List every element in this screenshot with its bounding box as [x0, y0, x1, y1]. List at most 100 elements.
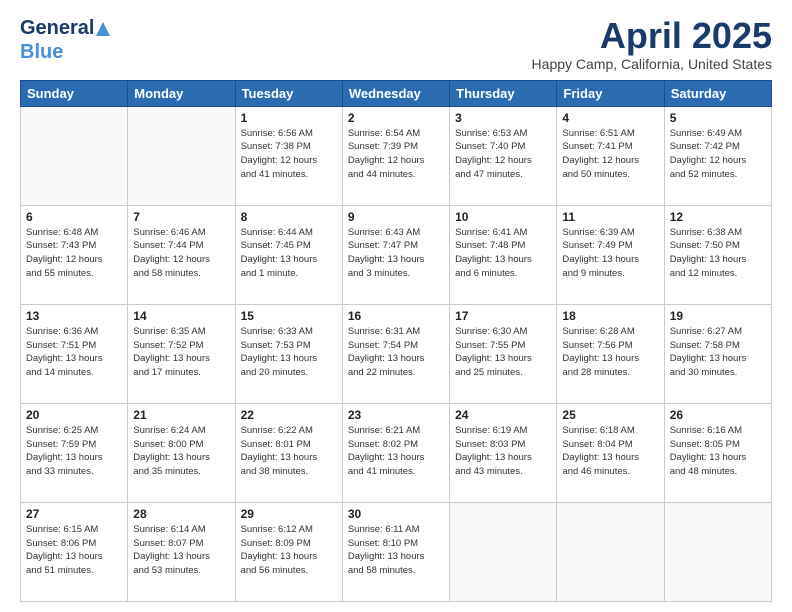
calendar-header-row: Sunday Monday Tuesday Wednesday Thursday… [21, 80, 772, 106]
day-number: 14 [133, 309, 229, 323]
day-info: Sunrise: 6:28 AM Sunset: 7:56 PM Dayligh… [562, 325, 658, 380]
calendar-cell: 1 Sunrise: 6:56 AM Sunset: 7:38 PM Daylig… [235, 106, 342, 205]
day-info: Sunrise: 6:11 AM Sunset: 8:10 PM Dayligh… [348, 523, 444, 578]
day-info: Sunrise: 6:46 AM Sunset: 7:44 PM Dayligh… [133, 226, 229, 281]
col-saturday: Saturday [664, 80, 771, 106]
calendar-week-row: 1 Sunrise: 6:56 AM Sunset: 7:38 PM Daylig… [21, 106, 772, 205]
col-wednesday: Wednesday [342, 80, 449, 106]
calendar-cell: 16 Sunrise: 6:31 AM Sunset: 7:54 PM Dayli… [342, 304, 449, 403]
col-tuesday: Tuesday [235, 80, 342, 106]
day-number: 17 [455, 309, 551, 323]
calendar-cell [21, 106, 128, 205]
calendar-cell: 20Sunrise: 6:25 AM Sunset: 7:59 PM Dayli… [21, 403, 128, 502]
day-info: Sunrise: 6:30 AM Sunset: 7:55 PM Dayligh… [455, 325, 551, 380]
calendar-cell: 30 Sunrise: 6:11 AM Sunset: 8:10 PM Dayli… [342, 502, 449, 601]
calendar-cell: 18 Sunrise: 6:28 AM Sunset: 7:56 PM Dayli… [557, 304, 664, 403]
day-number: 13 [26, 309, 122, 323]
day-info: Sunrise: 6:15 AM Sunset: 8:06 PM Dayligh… [26, 523, 122, 578]
day-info: Sunrise: 6:38 AM Sunset: 7:50 PM Dayligh… [670, 226, 766, 281]
calendar-cell: 5 Sunrise: 6:49 AM Sunset: 7:42 PM Daylig… [664, 106, 771, 205]
day-number: 2 [348, 111, 444, 125]
day-number: 8 [241, 210, 337, 224]
calendar-cell: 24 Sunrise: 6:19 AM Sunset: 8:03 PM Dayli… [450, 403, 557, 502]
day-info: Sunrise: 6:49 AM Sunset: 7:42 PM Dayligh… [670, 127, 766, 182]
calendar-cell: 2 Sunrise: 6:54 AM Sunset: 7:39 PM Daylig… [342, 106, 449, 205]
calendar-cell: 27Sunrise: 6:15 AM Sunset: 8:06 PM Dayli… [21, 502, 128, 601]
day-info: Sunrise: 6:16 AM Sunset: 8:05 PM Dayligh… [670, 424, 766, 479]
day-info: Sunrise: 6:51 AM Sunset: 7:41 PM Dayligh… [562, 127, 658, 182]
calendar-cell: 17 Sunrise: 6:30 AM Sunset: 7:55 PM Dayli… [450, 304, 557, 403]
calendar-cell: 19 Sunrise: 6:27 AM Sunset: 7:58 PM Dayli… [664, 304, 771, 403]
day-number: 5 [670, 111, 766, 125]
day-number: 30 [348, 507, 444, 521]
col-monday: Monday [128, 80, 235, 106]
calendar-week-row: 20Sunrise: 6:25 AM Sunset: 7:59 PM Dayli… [21, 403, 772, 502]
calendar-cell [664, 502, 771, 601]
calendar-cell: 13Sunrise: 6:36 AM Sunset: 7:51 PM Dayli… [21, 304, 128, 403]
calendar-cell: 6 Sunrise: 6:48 AM Sunset: 7:43 PM Daylig… [21, 205, 128, 304]
calendar-week-row: 13Sunrise: 6:36 AM Sunset: 7:51 PM Dayli… [21, 304, 772, 403]
day-number: 28 [133, 507, 229, 521]
calendar-cell: 23 Sunrise: 6:21 AM Sunset: 8:02 PM Dayli… [342, 403, 449, 502]
day-number: 22 [241, 408, 337, 422]
day-number: 23 [348, 408, 444, 422]
calendar-cell [450, 502, 557, 601]
header: General Blue April 2025 Happy Camp, Cali… [20, 16, 772, 72]
day-number: 16 [348, 309, 444, 323]
calendar-cell: 11 Sunrise: 6:39 AM Sunset: 7:49 PM Dayli… [557, 205, 664, 304]
logo-blue-text: Blue [20, 41, 63, 63]
day-number: 25 [562, 408, 658, 422]
day-info: Sunrise: 6:54 AM Sunset: 7:39 PM Dayligh… [348, 127, 444, 182]
day-info: Sunrise: 6:56 AM Sunset: 7:38 PM Dayligh… [241, 127, 337, 182]
day-info: Sunrise: 6:21 AM Sunset: 8:02 PM Dayligh… [348, 424, 444, 479]
day-number: 18 [562, 309, 658, 323]
day-number: 7 [133, 210, 229, 224]
calendar-cell: 8 Sunrise: 6:44 AM Sunset: 7:45 PM Daylig… [235, 205, 342, 304]
day-info: Sunrise: 6:22 AM Sunset: 8:01 PM Dayligh… [241, 424, 337, 479]
day-number: 11 [562, 210, 658, 224]
day-number: 21 [133, 408, 229, 422]
month-title: April 2025 [532, 16, 772, 56]
location: Happy Camp, California, United States [532, 56, 772, 72]
col-friday: Friday [557, 80, 664, 106]
calendar-cell: 28 Sunrise: 6:14 AM Sunset: 8:07 PM Dayli… [128, 502, 235, 601]
day-number: 19 [670, 309, 766, 323]
day-info: Sunrise: 6:14 AM Sunset: 8:07 PM Dayligh… [133, 523, 229, 578]
calendar-cell [128, 106, 235, 205]
col-thursday: Thursday [450, 80, 557, 106]
calendar-cell: 14 Sunrise: 6:35 AM Sunset: 7:52 PM Dayli… [128, 304, 235, 403]
logo-triangle-icon [96, 22, 110, 36]
title-area: April 2025 Happy Camp, California, Unite… [532, 16, 772, 72]
calendar-table: Sunday Monday Tuesday Wednesday Thursday… [20, 80, 772, 602]
day-info: Sunrise: 6:35 AM Sunset: 7:52 PM Dayligh… [133, 325, 229, 380]
day-info: Sunrise: 6:33 AM Sunset: 7:53 PM Dayligh… [241, 325, 337, 380]
day-info: Sunrise: 6:53 AM Sunset: 7:40 PM Dayligh… [455, 127, 551, 182]
day-number: 29 [241, 507, 337, 521]
day-info: Sunrise: 6:31 AM Sunset: 7:54 PM Dayligh… [348, 325, 444, 380]
day-info: Sunrise: 6:12 AM Sunset: 8:09 PM Dayligh… [241, 523, 337, 578]
day-number: 4 [562, 111, 658, 125]
day-number: 6 [26, 210, 122, 224]
day-number: 12 [670, 210, 766, 224]
calendar-cell: 7 Sunrise: 6:46 AM Sunset: 7:44 PM Daylig… [128, 205, 235, 304]
logo-line2: Blue [20, 40, 110, 64]
day-number: 9 [348, 210, 444, 224]
day-info: Sunrise: 6:44 AM Sunset: 7:45 PM Dayligh… [241, 226, 337, 281]
logo-line1: General [20, 16, 110, 40]
calendar-cell [557, 502, 664, 601]
day-info: Sunrise: 6:19 AM Sunset: 8:03 PM Dayligh… [455, 424, 551, 479]
day-info: Sunrise: 6:43 AM Sunset: 7:47 PM Dayligh… [348, 226, 444, 281]
calendar-cell: 29 Sunrise: 6:12 AM Sunset: 8:09 PM Dayli… [235, 502, 342, 601]
calendar-cell: 10Sunrise: 6:41 AM Sunset: 7:48 PM Dayli… [450, 205, 557, 304]
day-info: Sunrise: 6:39 AM Sunset: 7:49 PM Dayligh… [562, 226, 658, 281]
day-number: 26 [670, 408, 766, 422]
day-number: 24 [455, 408, 551, 422]
logo: General Blue [20, 16, 110, 64]
day-info: Sunrise: 6:27 AM Sunset: 7:58 PM Dayligh… [670, 325, 766, 380]
day-info: Sunrise: 6:18 AM Sunset: 8:04 PM Dayligh… [562, 424, 658, 479]
page: General Blue April 2025 Happy Camp, Cali… [0, 0, 792, 612]
calendar-cell: 26 Sunrise: 6:16 AM Sunset: 8:05 PM Dayli… [664, 403, 771, 502]
day-info: Sunrise: 6:48 AM Sunset: 7:43 PM Dayligh… [26, 226, 122, 281]
day-number: 1 [241, 111, 337, 125]
day-number: 10 [455, 210, 551, 224]
